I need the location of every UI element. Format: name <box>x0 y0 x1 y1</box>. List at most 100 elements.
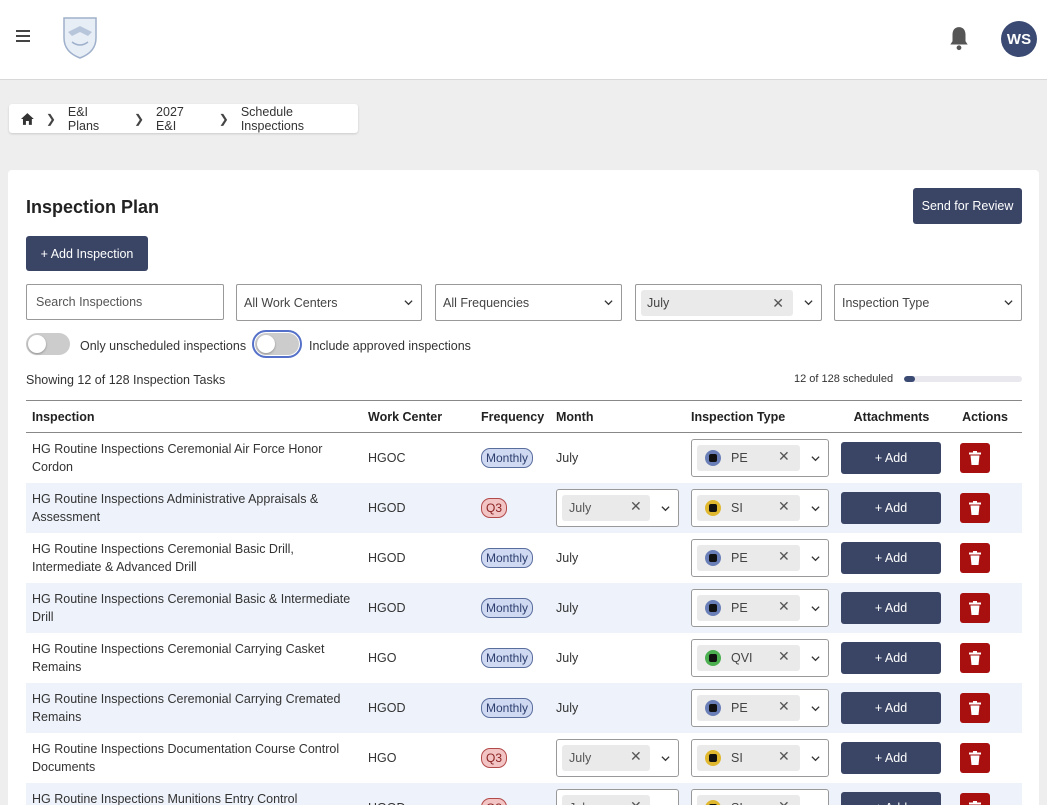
frequency-cell: Monthly <box>475 682 550 733</box>
inspection-type-filter-select[interactable]: Inspection Type <box>834 284 1022 321</box>
clear-icon[interactable]: ✕ <box>630 749 642 763</box>
inspection-type-select[interactable]: SI ✕ <box>691 788 829 805</box>
add-attachment-button[interactable]: + Add <box>841 741 941 774</box>
inspection-type-select[interactable]: PE ✕ <box>691 688 829 727</box>
clear-icon[interactable]: ✕ <box>778 499 790 513</box>
work-center-select[interactable]: All Work Centers <box>236 284 422 321</box>
month-cell: July ✕ <box>550 733 685 783</box>
frequency-badge: Q3 <box>481 747 508 768</box>
home-icon[interactable] <box>21 112 34 125</box>
frequency-cell: Q3 <box>475 482 550 533</box>
month-select[interactable]: July ✕ <box>556 738 679 777</box>
inspection-type-value: PE <box>731 450 748 465</box>
inspection-type-select[interactable]: PE ✕ <box>691 438 829 477</box>
inspection-type-select[interactable]: PE ✕ <box>691 588 829 627</box>
frequency-cell: Q3 <box>475 782 550 805</box>
work-center: HGOD <box>368 550 406 565</box>
inspection-name: HG Routine Inspections Ceremonial Carryi… <box>32 641 325 674</box>
showing-count: Showing 12 of 128 Inspection Tasks <box>26 373 226 387</box>
header-frequency[interactable]: Frequency <box>475 400 550 433</box>
notification-bell-icon[interactable] <box>946 25 972 51</box>
breadcrumb-schedule-inspections: Schedule Inspections <box>240 104 305 133</box>
month-cell: July ✕ <box>550 782 685 805</box>
inspection-name: HG Routine Inspections Ceremonial Carryi… <box>26 682 362 733</box>
table-row: HG Routine Inspections Ceremonial Air Fo… <box>26 433 1022 483</box>
month-cell: July <box>550 533 685 583</box>
header-work-center[interactable]: Work Center <box>362 400 475 433</box>
clear-icon[interactable]: ✕ <box>630 799 642 805</box>
add-inspection-button[interactable]: + Add Inspection <box>26 236 148 271</box>
trash-icon <box>969 450 981 465</box>
month-select[interactable]: July ✕ <box>556 488 679 527</box>
month-value: July <box>569 500 592 515</box>
clear-icon[interactable]: ✕ <box>630 499 642 513</box>
frequency-select-value: All Frequencies <box>443 295 530 310</box>
add-attachment-button[interactable]: + Add <box>841 541 941 574</box>
delete-button[interactable] <box>960 692 990 723</box>
unscheduled-toggle[interactable] <box>26 333 70 355</box>
delete-button[interactable] <box>960 642 990 673</box>
breadcrumb-ei-plans[interactable]: E&I Plans <box>68 105 122 133</box>
delete-button[interactable] <box>960 792 990 805</box>
chevron-down-icon <box>811 505 820 511</box>
inspection-type-select[interactable]: PE ✕ <box>691 538 829 577</box>
delete-button[interactable] <box>960 442 990 473</box>
actions-cell <box>948 433 1022 483</box>
header-inspection[interactable]: Inspection <box>26 400 362 433</box>
add-attachment-button[interactable]: + Add <box>841 691 941 724</box>
header-month[interactable]: Month <box>550 400 685 433</box>
chevron-down-icon <box>811 455 820 462</box>
chevron-right-icon: ❯ <box>45 111 56 126</box>
actions-cell <box>948 782 1022 805</box>
frequency-select[interactable]: All Frequencies <box>435 284 622 321</box>
clear-icon[interactable]: ✕ <box>778 749 790 763</box>
attachments-cell: + Add <box>835 782 948 805</box>
chevron-down-icon <box>811 755 820 761</box>
delete-button[interactable] <box>960 742 990 773</box>
work-center: HGOC <box>368 450 406 465</box>
frequency-cell: Monthly <box>475 633 550 683</box>
frequency-badge: Monthly <box>481 547 534 568</box>
inspection-type-value: QVI <box>731 650 753 665</box>
delete-button[interactable] <box>960 592 990 623</box>
add-attachment-button[interactable]: + Add <box>841 641 941 674</box>
user-avatar[interactable]: WS <box>1001 21 1037 57</box>
frequency-badge: Monthly <box>481 447 534 468</box>
inspection-type-icon <box>705 649 721 666</box>
table-body: HG Routine Inspections Ceremonial Air Fo… <box>26 433 1022 805</box>
trash-icon <box>969 750 981 765</box>
inspection-name: HG Routine Inspections Documentation Cou… <box>32 741 340 774</box>
clear-icon[interactable]: ✕ <box>778 599 790 613</box>
delete-button[interactable] <box>960 542 990 573</box>
header-inspection-type[interactable]: Inspection Type <box>685 400 835 433</box>
clear-icon[interactable]: ✕ <box>778 549 790 563</box>
clear-icon[interactable]: ✕ <box>778 699 790 713</box>
chevron-down-icon <box>804 300 813 306</box>
top-bar: WS <box>0 0 1047 80</box>
actions-cell <box>948 633 1022 683</box>
clear-icon[interactable]: ✕ <box>772 296 784 310</box>
inspection-name: HG Routine Inspections Ceremonial Air Fo… <box>32 441 323 474</box>
inspection-type-select[interactable]: SI ✕ <box>691 738 829 777</box>
clear-icon[interactable]: ✕ <box>778 799 790 805</box>
month-filter-select[interactable]: July ✕ <box>635 284 822 321</box>
chevron-down-icon <box>811 655 820 661</box>
approved-toggle[interactable] <box>252 330 302 358</box>
add-attachment-button[interactable]: + Add <box>841 791 941 805</box>
inspection-type-select[interactable]: SI ✕ <box>691 488 829 527</box>
month-select[interactable]: July ✕ <box>556 788 679 805</box>
trash-icon <box>969 650 981 665</box>
inspection-type-select[interactable]: QVI ✕ <box>691 638 829 677</box>
send-for-review-button[interactable]: Send for Review <box>913 188 1022 224</box>
search-input[interactable] <box>26 284 224 320</box>
clear-icon[interactable]: ✕ <box>778 449 790 463</box>
breadcrumb-2027-ei[interactable]: 2027 E&I <box>156 105 207 133</box>
chevron-down-icon <box>661 755 670 761</box>
delete-button[interactable] <box>960 492 990 523</box>
add-attachment-button[interactable]: + Add <box>841 591 941 624</box>
add-attachment-button[interactable]: + Add <box>841 491 941 524</box>
clear-icon[interactable]: ✕ <box>778 649 790 663</box>
add-attachment-button[interactable]: + Add <box>841 441 941 474</box>
menu-icon[interactable] <box>16 30 30 44</box>
table-row: HG Routine Inspections Administrative Ap… <box>26 482 1022 533</box>
